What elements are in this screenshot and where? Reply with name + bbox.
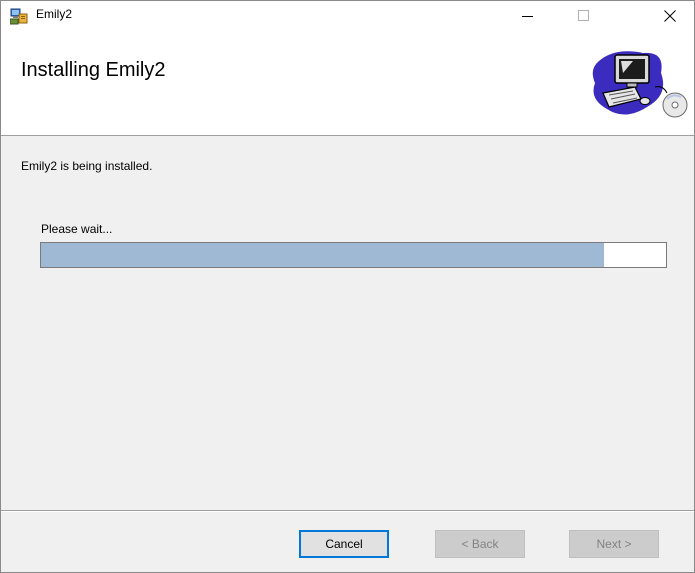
footer-separator bbox=[1, 510, 694, 512]
computer-cd-icon bbox=[585, 43, 693, 123]
window-title: Emily2 bbox=[36, 7, 73, 21]
close-button[interactable] bbox=[647, 1, 693, 31]
progress-bar bbox=[40, 242, 667, 268]
back-button[interactable]: < Back bbox=[435, 530, 525, 558]
title-bar[interactable]: Emily2 bbox=[1, 1, 694, 31]
cancel-button[interactable]: Cancel bbox=[299, 530, 389, 558]
next-button[interactable]: Next > bbox=[569, 530, 659, 558]
wait-label: Please wait... bbox=[41, 222, 113, 236]
installer-window: Emily2 Installing Emily2 Emily2 is being… bbox=[0, 0, 695, 573]
maximize-button[interactable] bbox=[561, 1, 607, 31]
maximize-icon bbox=[578, 10, 589, 21]
close-icon bbox=[664, 10, 676, 22]
minimize-button[interactable] bbox=[505, 1, 551, 31]
page-title: Installing Emily2 bbox=[21, 59, 166, 81]
status-text: Emily2 is being installed. bbox=[21, 159, 153, 173]
installer-icon bbox=[9, 7, 28, 25]
header-banner: Installing Emily2 bbox=[1, 31, 694, 136]
progress-fill bbox=[41, 243, 604, 267]
minimize-icon bbox=[522, 16, 533, 17]
